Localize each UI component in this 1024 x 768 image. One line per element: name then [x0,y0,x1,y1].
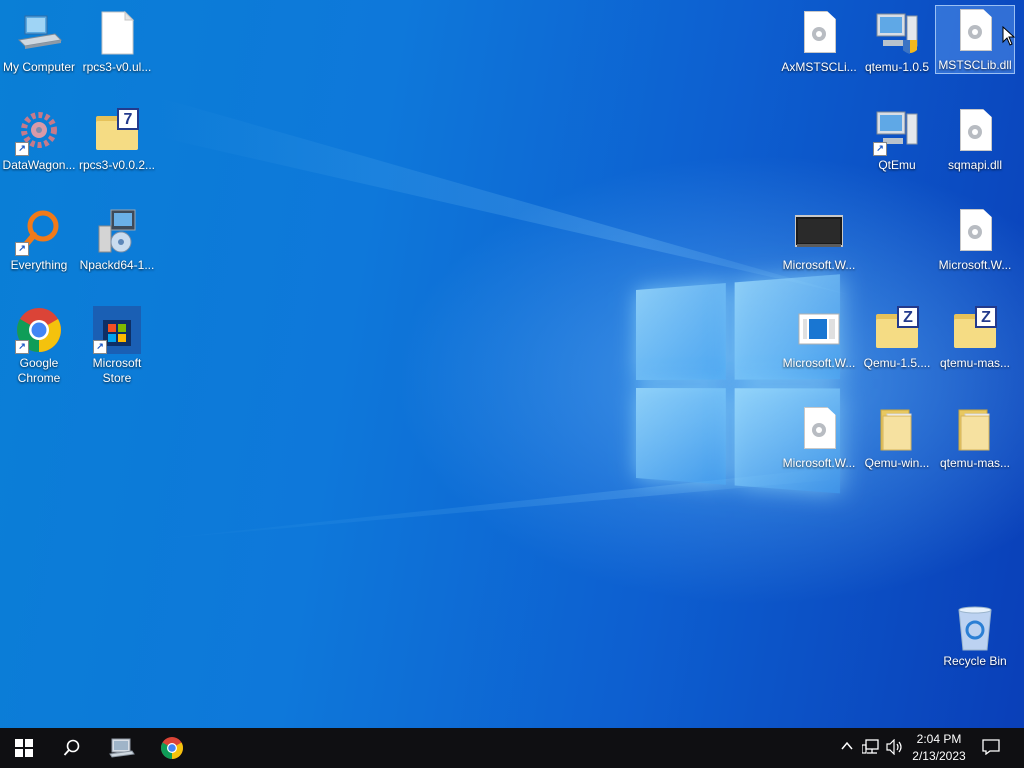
folder-icon [951,406,999,454]
mouse-cursor-icon [1002,26,1016,46]
icon-label: DataWagon... [2,158,76,172]
icon-label: Qemu-1.5.... [863,356,931,370]
chrome-icon [161,737,183,759]
dll-file-icon [951,8,999,56]
icon-label: Microsoft Store [92,356,142,385]
desktop-icon-sqmapi[interactable]: sqmapi.dll [936,106,1014,173]
zip-folder-icon: Z [873,306,921,354]
datawagon-icon: ↗ [15,108,63,156]
icon-label: Microsoft.W... [938,258,1012,272]
desktop-icon-microsoft-store[interactable]: ↗ Microsoft Store [78,304,156,386]
desktop[interactable]: My Computer rpcs3-v0.ul... ↗ DataWagon..… [0,0,1024,728]
icon-label: Microsoft.W... [782,356,856,370]
shortcut-arrow-icon: ↗ [15,242,29,256]
notification-icon [982,739,1000,756]
icon-label: rpcs3-v0.ul... [82,60,152,74]
volume-icon[interactable] [886,738,904,757]
computer-icon [15,10,63,58]
clock[interactable]: 2:04 PM 2/13/2023 [908,731,970,765]
desktop-icon-everything[interactable]: ↗ Everything [0,206,78,273]
clock-time: 2:04 PM [916,732,962,746]
blank-file-icon [93,10,141,58]
icon-label: Npackd64-1... [79,258,155,272]
desktop-icon-microsoft-w-dll-2[interactable]: Microsoft.W... [780,404,858,471]
icon-label: MSTSCLib.dll [938,58,1012,72]
desktop-icon-qemu-win-folder[interactable]: Qemu-win... [858,404,936,471]
start-button[interactable] [0,728,48,768]
store-icon: ↗ [93,306,141,354]
app-window-icon [795,306,843,354]
desktop-icon-npackd[interactable]: Npackd64-1... [78,206,156,273]
icon-label: My Computer [2,60,76,74]
desktop-icon-qtemu-installer[interactable]: qtemu-1.0.5 [858,8,936,75]
icon-label: sqmapi.dll [947,158,1003,172]
desktop-icon-qemu-archive[interactable]: Z Qemu-1.5.... [858,304,936,371]
icon-label: AxMSTSCLi... [781,60,857,74]
icon-label: Everything [10,258,68,272]
shortcut-arrow-icon: ↗ [15,142,29,156]
clock-date: 2/13/2023 [912,749,966,763]
icon-label: Google Chrome [17,356,61,385]
windows-start-icon [15,739,33,757]
search-button[interactable] [48,728,96,768]
monitor-icon [794,208,844,256]
magnifier-icon: ↗ [15,208,63,256]
network-icon[interactable] [861,739,880,757]
desktop-icon-my-computer[interactable]: My Computer [0,8,78,75]
icon-label: rpcs3-v0.0.2... [78,158,156,172]
icon-label: qtemu-1.0.5 [864,60,930,74]
icon-label: Microsoft.W... [782,258,856,272]
search-icon [63,739,80,756]
computer-icon [109,738,135,758]
installer-icon [93,208,141,256]
desktop-icon-google-chrome[interactable]: ↗ Google Chrome [0,304,78,386]
taskbar-chrome-button[interactable] [148,728,196,768]
7zip-folder-icon: 7 [93,108,141,156]
dll-file-icon [951,108,999,156]
shortcut-arrow-icon: ↗ [15,340,29,354]
icon-label: Microsoft.W... [782,456,856,470]
shortcut-arrow-icon: ↗ [873,142,887,156]
taskbar: 2:04 PM 2/13/2023 [0,728,1024,768]
icon-label: qtemu-mas... [939,456,1011,470]
light-beam [150,95,850,295]
icon-label: QtEmu [878,158,916,172]
zip-folder-icon: Z [951,306,999,354]
notification-center-button[interactable] [982,739,1000,757]
shortcut-arrow-icon: ↗ [93,340,107,354]
desktop-icon-microsoft-w-monitor[interactable]: Microsoft.W... [780,206,858,273]
chevron-up-icon[interactable] [838,739,856,757]
icon-label: Recycle Bin [943,654,1007,668]
chrome-icon: ↗ [15,306,63,354]
desktop-icon-rpcs3-archive[interactable]: 7 rpcs3-v0.0.2... [78,106,156,173]
dll-file-icon [951,208,999,256]
desktop-icon-rpcs3-file[interactable]: rpcs3-v0.ul... [78,8,156,75]
folder-icon [873,406,921,454]
desktop-icon-axmstsclib[interactable]: AxMSTSCLi... [780,8,858,75]
recycle-bin-icon [951,604,999,652]
desktop-icon-qtemu-master-folder[interactable]: qtemu-mas... [936,404,1014,471]
desktop-icon-microsoft-w-dll[interactable]: Microsoft.W... [936,206,1014,273]
desktop-icon-qtemu-master-archive[interactable]: Z qtemu-mas... [936,304,1014,371]
icon-label: Qemu-win... [864,456,930,470]
taskbar-computer-button[interactable] [98,728,146,768]
dll-file-icon [795,10,843,58]
icon-label: qtemu-mas... [939,356,1011,370]
desktop-icon-microsoft-w-app[interactable]: Microsoft.W... [780,304,858,371]
desktop-icon-datawagon[interactable]: ↗ DataWagon... [0,106,78,173]
desktop-icon-recycle-bin[interactable]: Recycle Bin [936,602,1014,669]
desktop-icon-qtemu[interactable]: ↗ QtEmu [858,106,936,173]
qtemu-installer-icon [873,10,921,58]
dll-file-icon [795,406,843,454]
qtemu-icon: ↗ [873,108,921,156]
